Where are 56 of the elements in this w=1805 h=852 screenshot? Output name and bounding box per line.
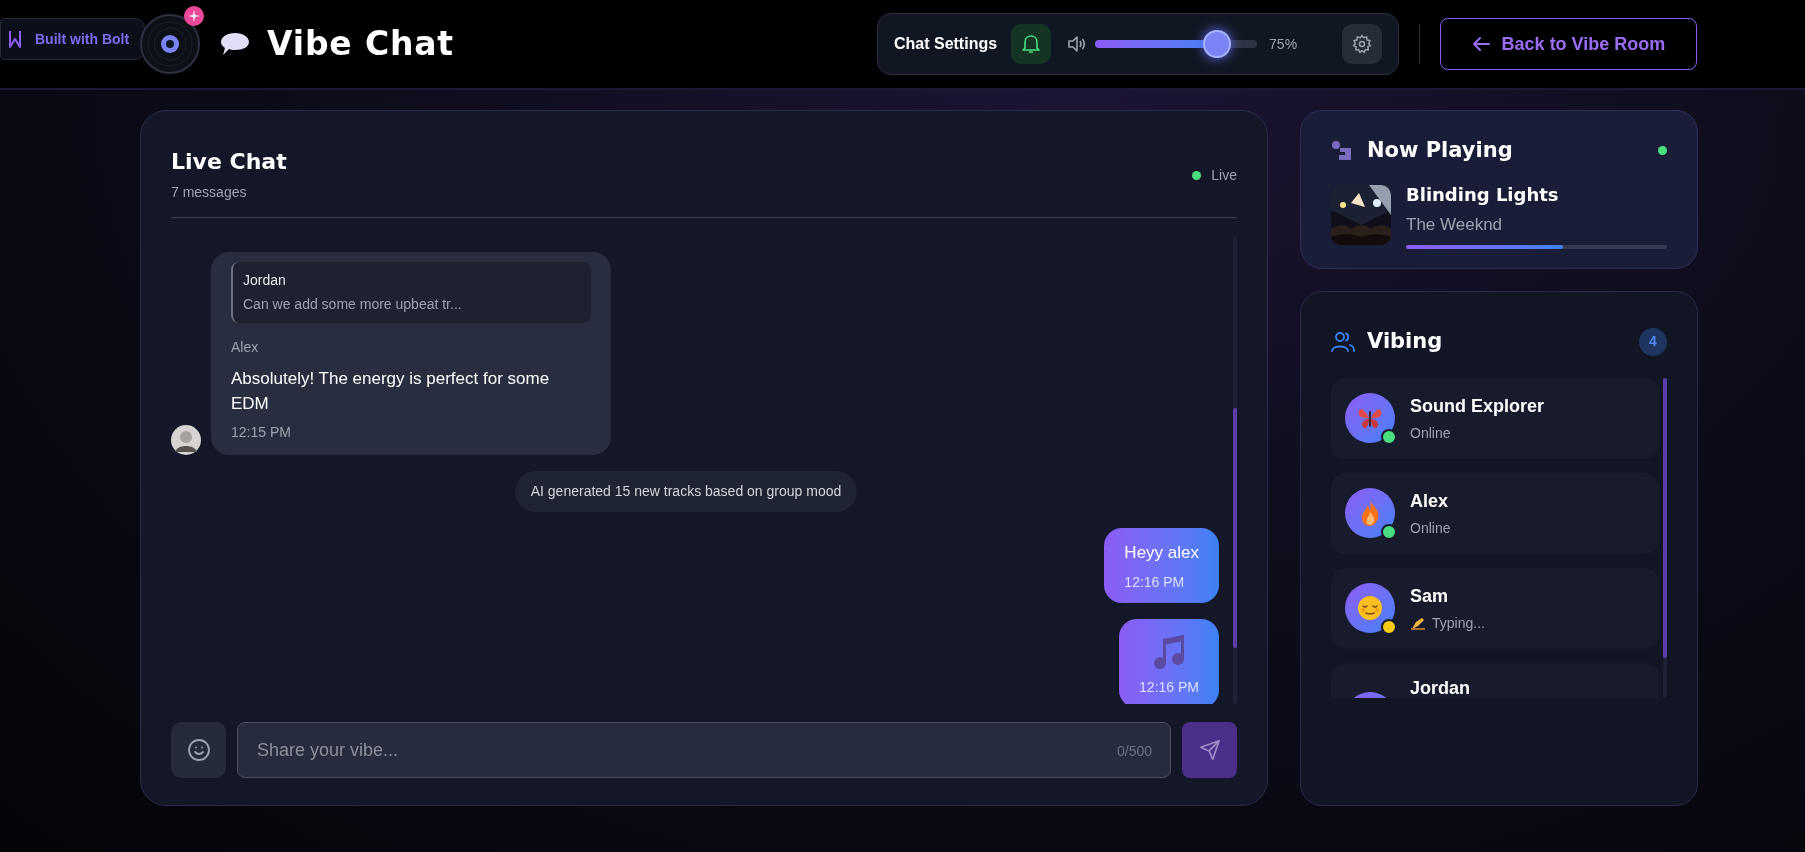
user-list-item[interactable]: Jordan — [1331, 662, 1659, 698]
message-time: 12:16 PM — [1139, 677, 1199, 697]
send-icon — [1198, 739, 1221, 761]
bell-icon — [1022, 34, 1041, 54]
smiley-face-icon — [186, 738, 211, 762]
artist-name: The Weeknd — [1406, 213, 1504, 236]
user-list-item[interactable]: Alex Online — [1331, 472, 1659, 554]
notifications-button[interactable] — [1011, 24, 1052, 64]
message-text: Heyy alex — [1124, 542, 1199, 564]
butterfly-icon — [1357, 406, 1383, 430]
user-status: Online — [1410, 518, 1451, 538]
bolt-icon — [7, 30, 23, 48]
scrollbar-thumb[interactable] — [1233, 408, 1237, 648]
sparkle-badge-icon — [184, 6, 204, 26]
message-text: Absolutely! The energy is perfect for some EDM — [231, 368, 551, 415]
now-playing-title: Now Playing — [1367, 137, 1513, 164]
quoted-author: Jordan — [243, 271, 287, 290]
app-title: Vibe Chat — [267, 23, 454, 66]
user-name: Sam — [1410, 584, 1450, 608]
arrow-left-icon — [1471, 36, 1490, 52]
user-list-item[interactable]: Sound Explorer Online — [1331, 377, 1659, 459]
user-list-item[interactable]: Sam Typing... — [1331, 567, 1659, 649]
quoted-text: Can we add some more upbeat tr... — [243, 295, 463, 314]
message-author: Alex — [231, 338, 260, 357]
send-button[interactable] — [1182, 722, 1237, 778]
volume-slider[interactable] — [1095, 30, 1258, 58]
settings-button[interactable] — [1341, 24, 1382, 64]
back-to-vibe-room-button[interactable]: Back to Vibe Room — [1439, 18, 1697, 70]
chat-title: Live Chat — [171, 148, 287, 176]
message-count: 7 messages — [171, 183, 248, 202]
user-name: Jordan — [1410, 676, 1470, 698]
vinyl-record-icon — [140, 14, 200, 74]
user-name: Sound Explorer — [1410, 394, 1544, 418]
scrollbar-thumb[interactable] — [1663, 377, 1667, 658]
message-time: 12:16 PM — [1124, 572, 1186, 592]
user-name: Alex — [1410, 489, 1450, 513]
live-status-label: Live — [1211, 166, 1237, 185]
flame-icon — [1360, 500, 1380, 526]
user-status: Typing... — [1432, 613, 1485, 633]
volume-reading: 75% — [1269, 34, 1298, 54]
message-time: 12:15 PM — [231, 423, 292, 442]
chat-settings-label: Chat Settings — [893, 34, 998, 54]
built-with-bolt-badge[interactable]: Built with Bolt — [0, 18, 145, 60]
emoji-button[interactable] — [171, 722, 226, 778]
system-message: AI generated 15 new tracks based on group mood — [514, 471, 858, 512]
smiley-icon — [1357, 595, 1383, 621]
settings-icon — [1351, 34, 1372, 54]
speech-bubble-icon — [220, 31, 250, 57]
track-title: Blinding Lights — [1406, 182, 1560, 207]
avatar-icon — [171, 425, 201, 455]
user-status: Online — [1410, 423, 1451, 443]
character-counter: 0/500 — [1116, 742, 1152, 761]
users-icon — [1331, 330, 1355, 353]
user-count-badge: 4 — [1639, 327, 1667, 356]
volume-icon — [1067, 35, 1088, 53]
vibing-title: Vibing — [1367, 328, 1443, 355]
